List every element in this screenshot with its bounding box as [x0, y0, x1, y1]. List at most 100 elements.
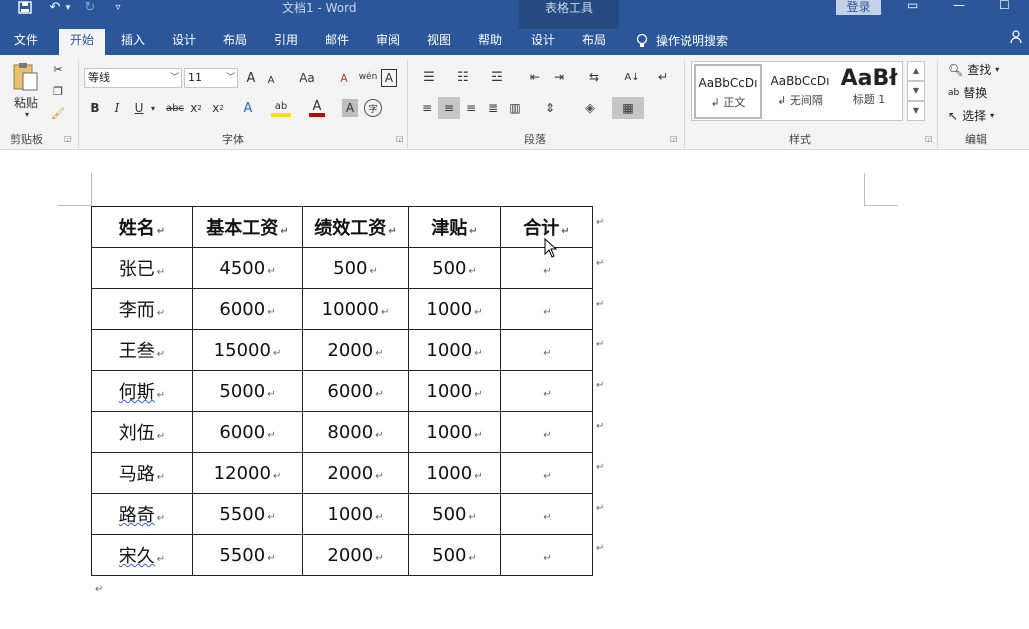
superscript-button[interactable]: x2 [210, 99, 226, 117]
underline-button[interactable]: U [132, 99, 146, 117]
cell-base-salary[interactable]: 6000 ↵ [192, 288, 303, 330]
paste-dropdown-icon[interactable]: ▾ [22, 109, 32, 119]
bold-button[interactable]: B [88, 99, 102, 117]
grow-font-icon[interactable]: A [243, 69, 259, 87]
header-cell-base-salary[interactable]: 基本工资 ↵ [192, 206, 303, 248]
character-shading-icon[interactable]: A [342, 99, 358, 117]
tab-design[interactable]: 设计 [162, 29, 206, 55]
cell-total[interactable]: ↵ [500, 329, 593, 371]
paste-label[interactable]: 粘贴 [10, 95, 42, 110]
phonetic-guide-icon[interactable]: wén [358, 67, 378, 87]
cell-name[interactable]: 路奇 ↵ [91, 493, 193, 535]
share-user-icon[interactable] [1004, 29, 1029, 55]
change-case-icon[interactable]: Aa [293, 69, 321, 87]
gallery-more-icon[interactable]: ▼ [907, 101, 925, 121]
style-item-normal[interactable]: AaBbCcDı ↲ 正文 [694, 64, 762, 119]
style-item-heading-1[interactable]: AaBł 标题 1 [838, 64, 900, 119]
paragraph-launcher-icon[interactable]: ◲ [670, 134, 678, 143]
ribbon-display-options-icon[interactable]: ▭ [907, 0, 918, 12]
increase-indent-icon[interactable]: ⇥ [550, 68, 568, 86]
decrease-indent-icon[interactable]: ⇤ [526, 68, 544, 86]
subscript-button[interactable]: x2 [188, 99, 204, 117]
character-border-icon[interactable]: A [381, 69, 397, 87]
tab-file[interactable]: 文件 [4, 29, 48, 55]
header-cell-performance-pay[interactable]: 绩效工资 ↵ [302, 206, 409, 248]
style-item-no-spacing[interactable]: AaBbCcDı ↲ 无间隔 [766, 64, 834, 119]
cell-allowance[interactable]: 1000 ↵ [408, 329, 501, 371]
distributed-icon[interactable]: ▥ [506, 99, 524, 117]
tell-me-search[interactable]: 操作说明搜索 [636, 29, 728, 53]
select-button[interactable]: ↖ 选择 ▾ [948, 107, 994, 124]
text-effects-icon[interactable]: A [240, 99, 256, 117]
cell-allowance[interactable]: 500 ↵ [408, 493, 501, 535]
cell-base-salary[interactable]: 15000 ↵ [192, 329, 303, 371]
justify-icon[interactable]: ≣ [484, 99, 502, 117]
cell-performance-pay[interactable]: 8000 ↵ [302, 411, 409, 453]
cell-base-salary[interactable]: 5500 ↵ [192, 534, 303, 576]
cell-name[interactable]: 李而 ↵ [91, 288, 193, 330]
italic-button[interactable]: I [110, 99, 124, 117]
styles-launcher-icon[interactable]: ◲ [925, 134, 933, 143]
font-size-select[interactable]: 11 ﹀ [184, 68, 238, 88]
cell-total[interactable]: ↵ [500, 534, 593, 576]
cell-allowance[interactable]: 1000 ↵ [408, 370, 501, 412]
tab-table-design[interactable]: 设计 [520, 29, 566, 55]
customize-qat-icon[interactable]: ▿ [110, 0, 126, 15]
header-cell-allowance[interactable]: 津贴 ↵ [408, 206, 501, 248]
bullets-icon[interactable]: ☰ [418, 68, 440, 86]
redo-icon[interactable]: ↻ [80, 0, 100, 15]
cell-allowance[interactable]: 500 ↵ [408, 534, 501, 576]
gallery-up-icon[interactable]: ▲ [907, 61, 925, 81]
clipboard-launcher-icon[interactable]: ◲ [64, 134, 72, 143]
cell-base-salary[interactable]: 4500 ↵ [192, 247, 303, 289]
highlight-color-icon[interactable]: ab [271, 99, 291, 117]
cell-performance-pay[interactable]: 2000 ↵ [302, 452, 409, 494]
find-button[interactable]: 🔍︎ 查找 ▾ [948, 61, 999, 78]
cell-performance-pay[interactable]: 1000 ↵ [302, 493, 409, 535]
cell-performance-pay[interactable]: 2000 ↵ [302, 329, 409, 371]
multilevel-list-icon[interactable]: ☲ [486, 68, 508, 86]
cell-total[interactable]: ↵ [500, 411, 593, 453]
tab-layout[interactable]: 布局 [213, 29, 257, 55]
minimize-icon[interactable]: — [953, 0, 965, 12]
tab-review[interactable]: 审阅 [366, 29, 410, 55]
cell-performance-pay[interactable]: 2000 ↵ [302, 534, 409, 576]
cell-allowance[interactable]: 1000 ↵ [408, 411, 501, 453]
cell-allowance[interactable]: 500 ↵ [408, 247, 501, 289]
cell-base-salary[interactable]: 12000 ↵ [192, 452, 303, 494]
tab-references[interactable]: 引用 [264, 29, 308, 55]
numbering-icon[interactable]: ☷ [452, 68, 474, 86]
tab-view[interactable]: 视图 [417, 29, 461, 55]
cell-performance-pay[interactable]: 6000 ↵ [302, 370, 409, 412]
cell-total[interactable]: ↵ [500, 493, 593, 535]
format-painter-icon[interactable]: 🖌 [50, 105, 66, 121]
undo-dropdown-icon[interactable]: ▾ [63, 0, 73, 15]
show-marks-icon[interactable]: ↵ [656, 68, 670, 86]
align-center-icon[interactable]: ≡ [438, 97, 460, 119]
cell-name[interactable]: 张已 ↵ [91, 247, 193, 289]
save-icon[interactable] [15, 0, 35, 15]
cell-name[interactable]: 马路 ↵ [91, 452, 193, 494]
tab-mailings[interactable]: 邮件 [315, 29, 359, 55]
undo-icon[interactable]: ↶ [45, 0, 65, 15]
cell-allowance[interactable]: 1000 ↵ [408, 452, 501, 494]
shrink-font-icon[interactable]: A [264, 71, 278, 89]
font-color-icon[interactable]: A [309, 99, 325, 117]
cell-performance-pay[interactable]: 10000 ↵ [302, 288, 409, 330]
tab-insert[interactable]: 插入 [111, 29, 155, 55]
borders-icon[interactable]: ▦ [612, 97, 644, 119]
cell-base-salary[interactable]: 5000 ↵ [192, 370, 303, 412]
login-button[interactable]: 登录 [836, 0, 881, 15]
copy-icon[interactable]: ❐ [50, 83, 66, 99]
cell-total[interactable]: ↵ [500, 370, 593, 412]
cell-total[interactable]: ↵ [500, 288, 593, 330]
cut-icon[interactable]: ✂ [50, 61, 66, 77]
cell-name[interactable]: 刘伍 ↵ [91, 411, 193, 453]
clear-formatting-icon[interactable]: A [336, 69, 352, 87]
cell-name[interactable]: 何斯 ↵ [91, 370, 193, 412]
chinese-layout-icon[interactable]: ⇆ [582, 68, 606, 86]
enclose-characters-icon[interactable]: 字 [364, 99, 382, 117]
tab-table-layout[interactable]: 布局 [572, 29, 616, 55]
cell-total[interactable]: ↵ [500, 452, 593, 494]
gallery-down-icon[interactable]: ▼ [907, 81, 925, 101]
